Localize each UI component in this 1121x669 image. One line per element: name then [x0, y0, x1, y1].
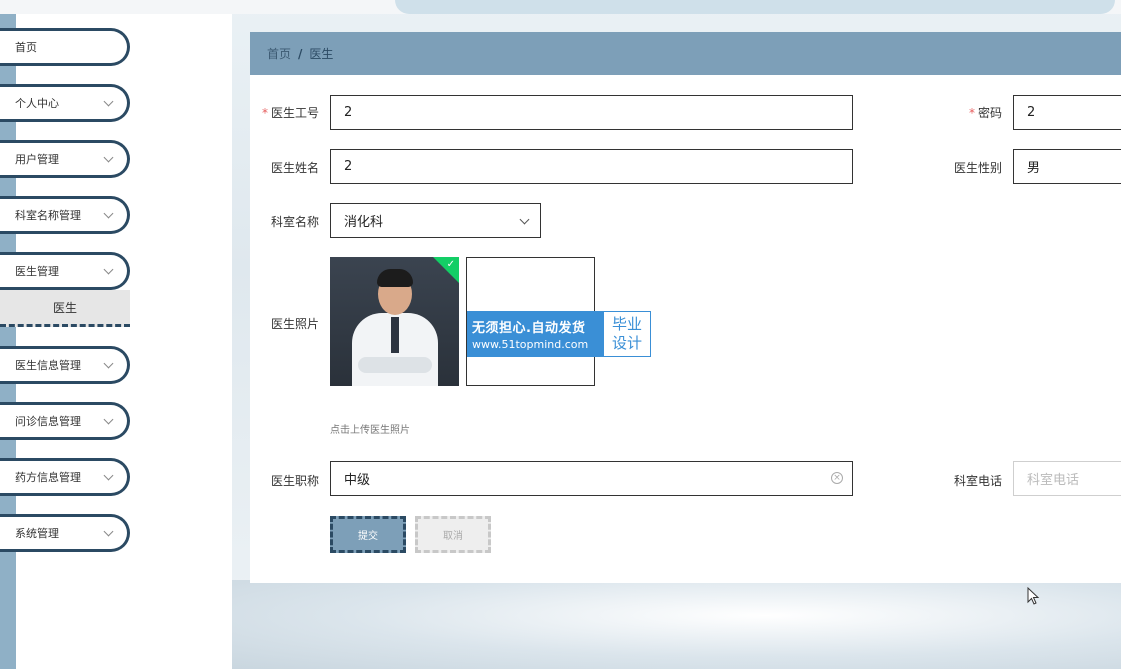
- breadcrumb-home[interactable]: 首页: [267, 45, 291, 62]
- sidebar-subitem-doctor[interactable]: 医生: [0, 290, 130, 327]
- sidebar-item-label: 首页: [15, 41, 37, 54]
- background-decoration: [232, 580, 1121, 669]
- check-icon: ✓: [446, 259, 455, 270]
- gender-select[interactable]: 男: [1013, 149, 1121, 184]
- mouse-cursor-icon: [1027, 587, 1040, 605]
- password-value: 2: [1027, 105, 1036, 120]
- sidebar-item-label: 药方信息管理: [15, 471, 81, 484]
- chevron-down-icon: [103, 264, 114, 275]
- password-input[interactable]: 2: [1013, 95, 1121, 130]
- chevron-down-icon: [103, 526, 114, 537]
- sidebar-item-system-management[interactable]: 系统管理: [0, 514, 130, 552]
- watermark-right-line1: 毕业: [611, 315, 642, 333]
- phone-placeholder: 科室电话: [1027, 473, 1080, 488]
- required-mark: *: [262, 106, 268, 120]
- photo-figure-arms: [358, 357, 432, 373]
- sidebar-item-personal-center[interactable]: 个人中心: [0, 84, 130, 122]
- sidebar-item-label: 问诊信息管理: [15, 415, 81, 428]
- title-value: 中级: [344, 473, 371, 488]
- watermark-overlay: 无须担心.自动发货 www.51topmind.com 毕业 设计: [467, 311, 651, 357]
- title-label: 医生职称: [271, 474, 320, 488]
- sidebar-item-label: 医生管理: [15, 265, 59, 278]
- sidebar-item-home[interactable]: 首页: [0, 28, 130, 66]
- doctor-name-input[interactable]: 2: [330, 149, 853, 184]
- chevron-down-icon: [519, 214, 530, 225]
- doctor-id-input[interactable]: 2: [330, 95, 853, 130]
- gender-label: 医生性别: [954, 161, 1003, 175]
- department-select[interactable]: 消化科: [330, 203, 541, 238]
- cancel-button[interactable]: 取消: [415, 516, 491, 553]
- clear-icon[interactable]: ×: [831, 472, 843, 484]
- photo-figure-hair: [377, 269, 413, 287]
- chevron-down-icon: [103, 152, 114, 163]
- sidebar-item-prescription-management[interactable]: 药方信息管理: [0, 458, 130, 496]
- chevron-down-icon: [103, 414, 114, 425]
- top-banner: [395, 0, 1115, 14]
- sidebar-item-consultation-management[interactable]: 问诊信息管理: [0, 402, 130, 440]
- watermark-line2: www.51topmind.com: [472, 338, 589, 351]
- password-label: * 密码: [969, 104, 1002, 121]
- breadcrumb-separator: /: [298, 46, 303, 61]
- photo-figure-tie: [391, 317, 399, 353]
- watermark-line1: 无须担心.自动发货: [472, 321, 586, 336]
- breadcrumb: 首页 / 医生: [250, 32, 1121, 75]
- department-value: 消化科: [344, 215, 384, 230]
- phone-input[interactable]: 科室电话: [1013, 461, 1121, 496]
- breadcrumb-current: 医生: [309, 47, 334, 61]
- chevron-down-icon: [103, 358, 114, 369]
- chevron-down-icon: [103, 208, 114, 219]
- doctor-name-label: 医生姓名: [271, 161, 320, 175]
- doctor-id-value: 2: [344, 105, 353, 120]
- watermark-right: 毕业 设计: [604, 312, 650, 356]
- department-label: 科室名称: [271, 215, 320, 229]
- gender-value: 男: [1027, 161, 1041, 176]
- submit-button[interactable]: 提交: [330, 516, 406, 553]
- sidebar-item-doctor-info-management[interactable]: 医生信息管理: [0, 346, 130, 384]
- title-input[interactable]: 中级 ×: [330, 461, 853, 496]
- chevron-down-icon: [103, 470, 114, 481]
- doctor-name-value: 2: [344, 159, 353, 174]
- watermark-right-line2: 设计: [611, 334, 642, 352]
- doctor-id-label: * 医生工号: [262, 104, 319, 121]
- sidebar-item-label: 用户管理: [15, 153, 59, 166]
- sidebar-item-label: 医生信息管理: [15, 359, 81, 372]
- doctor-photo-thumbnail[interactable]: ✓: [330, 257, 459, 386]
- upload-tip: 点击上传医生照片: [330, 425, 410, 436]
- sidebar-item-label: 科室名称管理: [15, 209, 81, 222]
- chevron-down-icon: [103, 96, 114, 107]
- sidebar-item-doctor-management[interactable]: 医生管理: [0, 252, 130, 290]
- phone-label: 科室电话: [954, 474, 1003, 488]
- doctor-id-label-text: 医生工号: [271, 106, 320, 120]
- password-label-text: 密码: [978, 106, 1003, 120]
- required-mark: *: [969, 106, 975, 120]
- sidebar-item-department-management[interactable]: 科室名称管理: [0, 196, 130, 234]
- sidebar-subitem-label: 医生: [52, 300, 77, 315]
- sidebar-item-user-management[interactable]: 用户管理: [0, 140, 130, 178]
- sidebar-item-label: 系统管理: [15, 527, 59, 540]
- watermark-left: 无须担心.自动发货 www.51topmind.com: [468, 312, 604, 356]
- photo-label: 医生照片: [271, 317, 320, 331]
- sidebar-item-label: 个人中心: [15, 97, 59, 110]
